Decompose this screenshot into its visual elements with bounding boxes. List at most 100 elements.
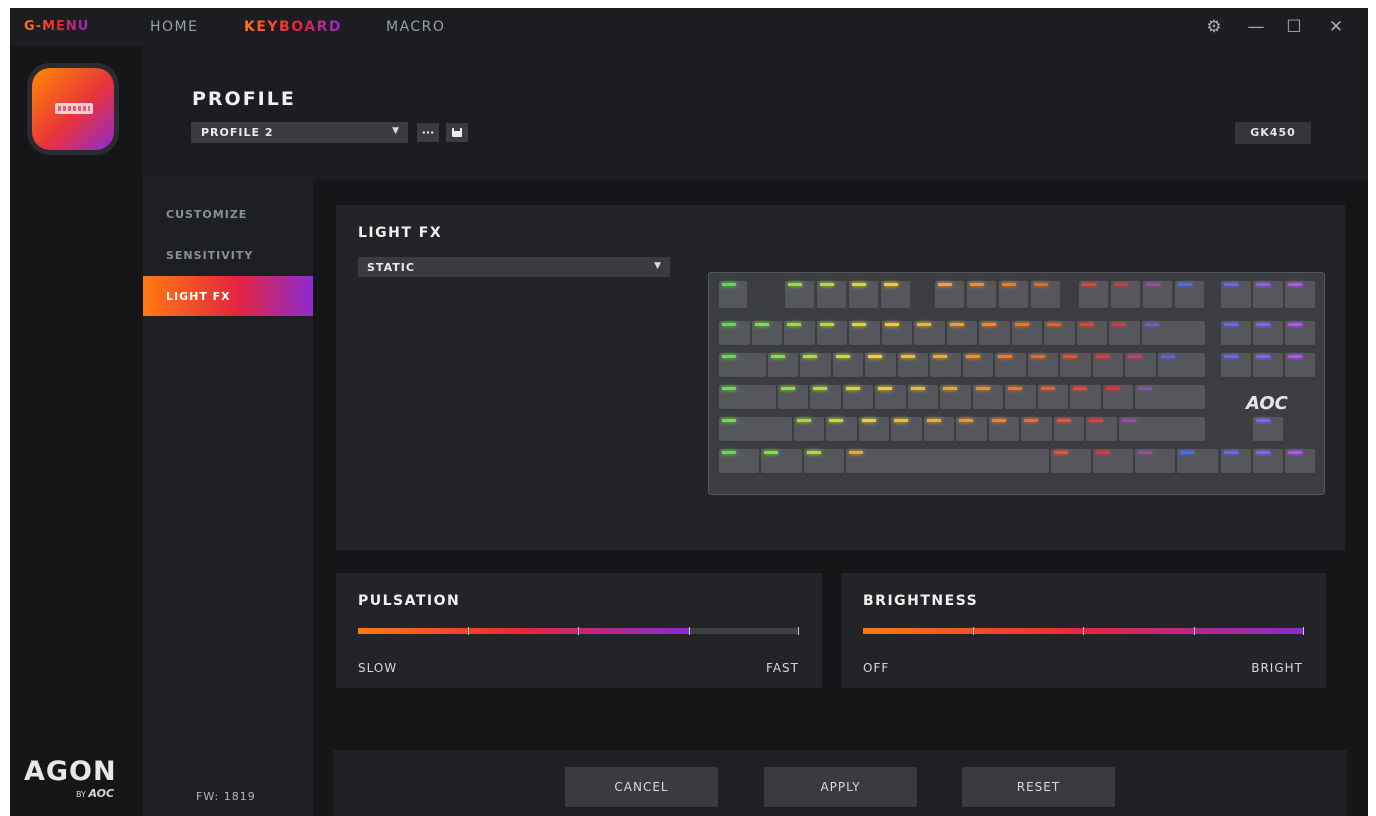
sidebar-item-sensitivity[interactable]: SENSITIVITY xyxy=(143,235,313,275)
more-icon[interactable]: ··· xyxy=(417,123,439,142)
keyboard-key[interactable] xyxy=(881,321,912,348)
keyboard-key[interactable] xyxy=(1102,385,1133,412)
keyboard-key[interactable] xyxy=(849,281,878,311)
keyboard-key[interactable] xyxy=(1070,385,1101,412)
keyboard-key[interactable] xyxy=(793,417,825,444)
nav-home[interactable]: HOME xyxy=(150,19,198,35)
sidebar-item-customize[interactable]: CUSTOMIZE xyxy=(143,194,313,234)
keyboard-key[interactable] xyxy=(1177,449,1218,476)
keyboard-key[interactable] xyxy=(803,449,844,476)
keyboard-key[interactable] xyxy=(751,321,782,348)
keyboard-key[interactable] xyxy=(1092,449,1133,476)
keyboard-key[interactable] xyxy=(1253,353,1283,380)
keyboard-key[interactable] xyxy=(784,321,815,348)
keyboard-preview[interactable]: AOC xyxy=(708,272,1325,495)
keyboard-key[interactable] xyxy=(897,353,929,380)
nav-macro[interactable]: MACRO xyxy=(386,19,445,35)
keyboard-key[interactable] xyxy=(988,417,1020,444)
keyboard-key[interactable] xyxy=(1021,417,1052,444)
minimize-icon[interactable]: — xyxy=(1245,16,1267,38)
keyboard-key[interactable] xyxy=(1135,385,1205,412)
keyboard-key[interactable] xyxy=(995,353,1026,380)
keyboard-key[interactable] xyxy=(967,281,996,311)
keyboard-key[interactable] xyxy=(1050,449,1091,476)
close-icon[interactable]: ✕ xyxy=(1325,16,1347,38)
keyboard-key[interactable] xyxy=(849,321,880,348)
keyboard-key[interactable] xyxy=(1285,281,1315,311)
keyboard-key[interactable] xyxy=(999,281,1028,311)
lightfx-mode-select[interactable]: STATIC ▼ xyxy=(358,257,670,277)
keyboard-key[interactable] xyxy=(930,353,961,380)
keyboard-key[interactable] xyxy=(1092,353,1124,380)
keyboard-key[interactable] xyxy=(800,353,831,380)
keyboard-key[interactable] xyxy=(914,321,945,348)
keyboard-key[interactable] xyxy=(1118,417,1205,444)
keyboard-key[interactable] xyxy=(1027,353,1059,380)
reset-button[interactable]: RESET xyxy=(962,767,1115,807)
keyboard-key[interactable] xyxy=(1253,321,1283,348)
brightness-slider[interactable] xyxy=(863,627,1304,635)
keyboard-key[interactable] xyxy=(810,385,841,412)
keyboard-key[interactable] xyxy=(1037,385,1068,412)
keyboard-key[interactable] xyxy=(767,353,799,380)
keyboard-key[interactable] xyxy=(858,417,890,444)
keyboard-key[interactable] xyxy=(1143,281,1172,311)
keyboard-key[interactable] xyxy=(845,449,1049,476)
keyboard-key[interactable] xyxy=(1060,353,1091,380)
keyboard-key[interactable] xyxy=(1157,353,1205,380)
keyboard-key[interactable] xyxy=(875,385,906,412)
keyboard-key[interactable] xyxy=(1111,281,1140,311)
keyboard-key[interactable] xyxy=(719,385,776,412)
keyboard-key[interactable] xyxy=(865,353,896,380)
keyboard-key[interactable] xyxy=(940,385,971,412)
keyboard-key[interactable] xyxy=(972,385,1003,412)
keyboard-key[interactable] xyxy=(1221,321,1251,348)
keyboard-key[interactable] xyxy=(1011,321,1042,348)
keyboard-key[interactable] xyxy=(1086,417,1117,444)
keyboard-key[interactable] xyxy=(1221,449,1251,476)
keyboard-key[interactable] xyxy=(956,417,987,444)
keyboard-key[interactable] xyxy=(1221,353,1251,380)
keyboard-key[interactable] xyxy=(1253,417,1283,444)
keyboard-key[interactable] xyxy=(817,281,846,311)
keyboard-key[interactable] xyxy=(962,353,994,380)
keyboard-key[interactable] xyxy=(1031,281,1060,311)
keyboard-key[interactable] xyxy=(1285,353,1315,380)
keyboard-key[interactable] xyxy=(1005,385,1036,412)
keyboard-key[interactable] xyxy=(1175,281,1204,311)
keyboard-key[interactable] xyxy=(1044,321,1075,348)
device-tile[interactable] xyxy=(32,68,114,150)
keyboard-key[interactable] xyxy=(816,321,847,348)
keyboard-key[interactable] xyxy=(935,281,964,311)
keyboard-key[interactable] xyxy=(719,417,792,444)
keyboard-key[interactable] xyxy=(1109,321,1140,348)
keyboard-key[interactable] xyxy=(1079,281,1108,311)
keyboard-key[interactable] xyxy=(1253,449,1283,476)
sidebar-item-light-fx[interactable]: LIGHT FX xyxy=(143,276,313,316)
keyboard-key[interactable] xyxy=(1253,281,1283,311)
keyboard-key[interactable] xyxy=(1285,449,1315,476)
keyboard-key[interactable] xyxy=(1285,321,1315,348)
apply-button[interactable]: APPLY xyxy=(764,767,917,807)
gear-icon[interactable]: ⚙ xyxy=(1203,16,1225,38)
keyboard-key[interactable] xyxy=(1053,417,1085,444)
keyboard-key[interactable] xyxy=(719,353,766,380)
keyboard-key[interactable] xyxy=(1221,281,1251,311)
pulsation-slider[interactable] xyxy=(358,627,799,635)
keyboard-key[interactable] xyxy=(1135,449,1176,476)
keyboard-key[interactable] xyxy=(785,281,814,311)
save-icon[interactable] xyxy=(446,123,468,142)
keyboard-key[interactable] xyxy=(979,321,1010,348)
keyboard-key[interactable] xyxy=(842,385,873,412)
keyboard-key[interactable] xyxy=(881,281,910,311)
keyboard-key[interactable] xyxy=(1076,321,1107,348)
maximize-icon[interactable]: ☐ xyxy=(1283,16,1305,38)
profile-select[interactable]: PROFILE 2 ▼ xyxy=(191,122,408,143)
keyboard-key[interactable] xyxy=(719,449,760,476)
keyboard-key[interactable] xyxy=(891,417,922,444)
keyboard-key[interactable] xyxy=(719,321,750,348)
keyboard-key[interactable] xyxy=(826,417,857,444)
keyboard-key[interactable] xyxy=(761,449,802,476)
keyboard-key[interactable] xyxy=(923,417,955,444)
nav-keyboard[interactable]: KEYBOARD xyxy=(244,19,342,35)
